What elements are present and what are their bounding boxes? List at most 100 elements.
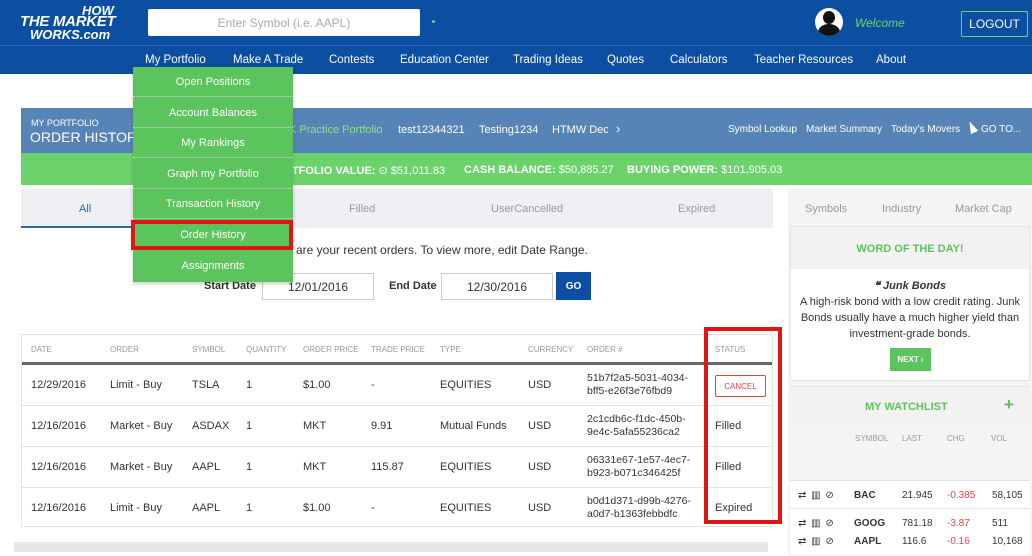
buying-power: BUYING POWER: $101,905.03 <box>627 164 783 176</box>
cell-order-number: 51b7f2a5-5031-4034- bff5-e26f3e76fbd9 <box>587 372 689 397</box>
portfolio-tab-test12344321[interactable]: test12344321 <box>398 124 465 136</box>
wl-chg: -3.87 <box>947 518 970 529</box>
menu-item-assignments[interactable]: Assignments <box>133 251 293 281</box>
col-date: DATE <box>31 345 52 354</box>
col-quantity: QUANTITY <box>246 345 287 354</box>
menu-item-transaction-history[interactable]: Transaction History <box>133 189 293 219</box>
portfolio-tab-htmw[interactable]: HTMW Dec <box>552 124 608 136</box>
add-watchlist-icon[interactable]: + <box>1004 395 1014 415</box>
trade-chart-remove-icons[interactable]: ⇄ ▥ ⊘ <box>798 490 835 501</box>
order-history-table: DATE ORDER SYMBOL QUANTITY ORDER PRICE T… <box>21 334 773 527</box>
cash-balance: CASH BALANCE: $50,885.27 <box>464 164 614 176</box>
menu-item-graph-my-portfolio[interactable]: Graph my Portfolio <box>133 159 293 189</box>
col-order-number: ORDER # <box>587 345 623 354</box>
end-date-input[interactable] <box>441 273 553 300</box>
wl-symbol[interactable]: GOOG <box>854 518 885 529</box>
cell-order-price: $1.00 <box>303 379 331 391</box>
cell-order-price: MKT <box>303 420 327 432</box>
top-header: HOW THE MARKET WORKS.com Welcome LOGOUT <box>0 0 1032 45</box>
col-type: TYPE <box>440 345 461 354</box>
cell-quantity: 1 <box>246 502 253 514</box>
next-word-button[interactable]: NEXT › <box>890 348 931 371</box>
wl-chg: -0.385 <box>947 490 976 501</box>
go-button[interactable]: GO <box>556 272 591 300</box>
nav-contests[interactable]: Contests <box>329 54 374 66</box>
wl-symbol[interactable]: BAC <box>854 490 876 501</box>
logout-button[interactable]: LOGOUT <box>961 11 1028 37</box>
logo-line3: WORKS.com <box>30 27 111 42</box>
cell-order: Limit - Buy <box>110 379 162 391</box>
cell-order-number: 06331e67-1e57-4ec7- b923-b071c346425f <box>587 454 691 479</box>
status-column-highlight <box>704 327 782 524</box>
col-symbol: SYMBOL <box>192 345 226 354</box>
cell-symbol[interactable]: AAPL <box>192 461 220 473</box>
wl-last: 21.945 <box>902 490 933 501</box>
col-currency: CURRENCY <box>528 345 574 354</box>
nav-calculators[interactable]: Calculators <box>670 54 728 66</box>
symbol-lookup-link[interactable]: Symbol Lookup <box>728 124 797 135</box>
watchlist-row: ⇄ ▥ ⊘ GOOG 781.18 -3.87 511 <box>790 508 1030 536</box>
wl-symbol[interactable]: AAPL <box>854 536 881 547</box>
portfolio-tab-practice[interactable]: K Practice Portfolio <box>289 124 383 136</box>
nav-education-center[interactable]: Education Center <box>400 54 489 66</box>
wl-chg: -0.16 <box>947 536 970 547</box>
wl-last: 781.18 <box>902 518 933 529</box>
chevron-right-icon[interactable]: › <box>616 121 620 136</box>
tab-symbols[interactable]: Symbols <box>805 203 847 215</box>
wl-last: 116.6 <box>902 536 927 547</box>
table-row: 12/16/2016 Limit - Buy AAPL 1 $1.00 - EQ… <box>22 488 772 529</box>
nav-about[interactable]: About <box>876 54 906 66</box>
col-trade-price: TRADE PRICE <box>371 345 425 354</box>
go-to-link[interactable]: GO TO... <box>981 124 1021 135</box>
logo[interactable]: HOW THE MARKET WORKS.com <box>20 3 120 43</box>
filter-tab-usercancelled[interactable]: UserCancelled <box>491 203 563 215</box>
recent-orders-message: are your recent orders. To view more, ed… <box>296 243 588 257</box>
col-order-price: ORDER PRICE <box>303 345 359 354</box>
active-tab-underline <box>21 226 143 228</box>
menu-item-account-balances[interactable]: Account Balances <box>133 98 293 128</box>
cell-quantity: 1 <box>246 461 253 473</box>
filter-tab-all[interactable]: All <box>79 203 91 215</box>
filter-tab-expired[interactable]: Expired <box>678 203 715 215</box>
cell-symbol[interactable]: AAPL <box>192 502 220 514</box>
nav-my-portfolio[interactable]: My Portfolio <box>145 54 206 66</box>
portfolio-tab-testing1234[interactable]: Testing1234 <box>479 124 538 136</box>
menu-item-my-rankings[interactable]: My Rankings <box>133 128 293 158</box>
tab-market-cap[interactable]: Market Cap <box>955 203 1012 215</box>
filter-tab-filled[interactable]: Filled <box>349 203 375 215</box>
cell-date: 12/29/2016 <box>31 379 87 391</box>
symbol-search-input[interactable] <box>148 9 420 36</box>
table-row: 12/29/2016 Limit - Buy TSLA 1 $1.00 - EQ… <box>22 365 772 406</box>
cell-order: Market - Buy <box>110 461 173 473</box>
portfolio-value: RTFOLIO VALUE: ⊙ $51,011.83 <box>284 165 446 177</box>
word-of-the-day-definition: A high-risk bond with a low credit ratin… <box>799 296 1021 340</box>
wl-col-vol: VOL <box>991 434 1008 443</box>
avatar[interactable] <box>815 8 843 36</box>
nav-trading-ideas[interactable]: Trading Ideas <box>513 54 583 66</box>
welcome-text: Welcome <box>855 16 905 30</box>
cell-date: 12/16/2016 <box>31 502 87 514</box>
cell-date: 12/16/2016 <box>31 420 87 432</box>
cell-symbol[interactable]: ASDAX <box>192 420 229 432</box>
cell-symbol[interactable]: TSLA <box>192 379 220 391</box>
nav-make-a-trade[interactable]: Make A Trade <box>233 54 303 66</box>
cell-order-price: $1.00 <box>303 502 331 514</box>
word-of-the-day: WORD OF THE DAY! ❝ Junk Bonds A high-ris… <box>790 226 1030 381</box>
cell-currency: USD <box>528 379 552 391</box>
nav-teacher-resources[interactable]: Teacher Resources <box>754 54 853 66</box>
market-summary-link[interactable]: Market Summary <box>806 124 882 135</box>
trade-chart-remove-icons[interactable]: ⇄ ▥ ⊘ <box>798 518 835 529</box>
cursor-icon <box>965 119 979 135</box>
tab-industry[interactable]: Industry <box>882 203 921 215</box>
order-history-highlight <box>131 220 293 250</box>
cell-type: EQUITIES <box>440 379 492 391</box>
cell-quantity: 1 <box>246 379 253 391</box>
trade-chart-remove-icons[interactable]: ⇄ ▥ ⊘ <box>798 536 835 547</box>
table-row: 12/16/2016 Market - Buy ASDAX 1 MKT 9.91… <box>22 406 772 447</box>
todays-movers-link[interactable]: Today's Movers <box>891 124 960 135</box>
section-label: MY PORTFOLIO <box>31 118 99 128</box>
cell-order-number: 2c1cdb6c-f1dc-450b- 9e4c-5afa55236ca2 <box>587 413 686 438</box>
nav-quotes[interactable]: Quotes <box>607 54 644 66</box>
table-row: 12/16/2016 Market - Buy AAPL 1 MKT 115.8… <box>22 447 772 488</box>
menu-item-open-positions[interactable]: Open Positions <box>133 67 293 97</box>
